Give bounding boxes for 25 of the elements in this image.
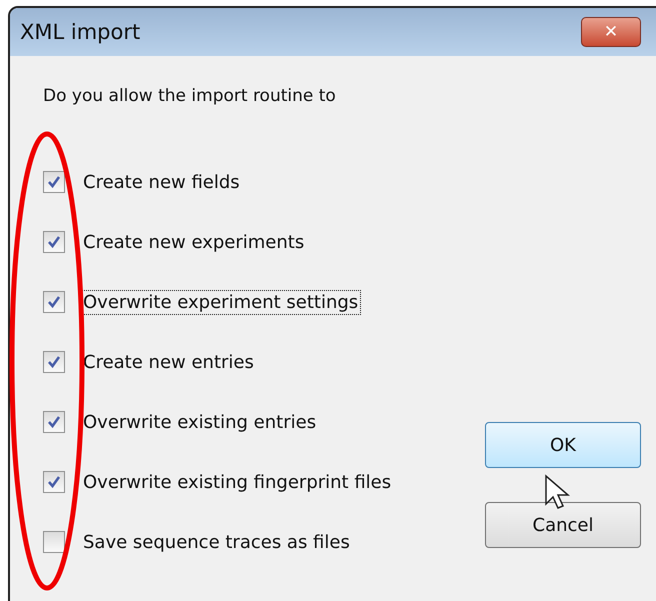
checkbox-label[interactable]: Save sequence traces as files (81, 530, 352, 554)
check-icon (47, 355, 61, 369)
checkbox[interactable] (43, 531, 65, 553)
checkbox[interactable] (43, 411, 65, 433)
checkbox-label[interactable]: Create new entries (81, 350, 256, 374)
cancel-button[interactable]: Cancel (485, 502, 641, 548)
check-icon (47, 235, 61, 249)
check-icon (47, 415, 61, 429)
checkbox[interactable] (43, 171, 65, 193)
cursor-icon (545, 474, 570, 509)
checkbox-label[interactable]: Create new fields (81, 170, 242, 194)
prompt-text: Do you allow the import routine to (43, 86, 337, 106)
window-title: XML import (20, 20, 142, 44)
checkbox[interactable] (43, 231, 65, 253)
ok-button[interactable]: OK (485, 422, 641, 468)
checkbox[interactable] (43, 291, 65, 313)
check-icon (47, 175, 61, 189)
check-icon (47, 295, 61, 309)
checkbox-label[interactable]: Overwrite existing fingerprint files (81, 470, 394, 494)
checkbox-label[interactable]: Overwrite existing entries (81, 410, 318, 434)
checkbox[interactable] (43, 351, 65, 373)
checkbox[interactable] (43, 471, 65, 493)
checkbox-label[interactable]: Create new experiments (81, 230, 306, 254)
check-icon (47, 475, 61, 489)
checkbox-label[interactable]: Overwrite experiment settings (81, 290, 360, 314)
